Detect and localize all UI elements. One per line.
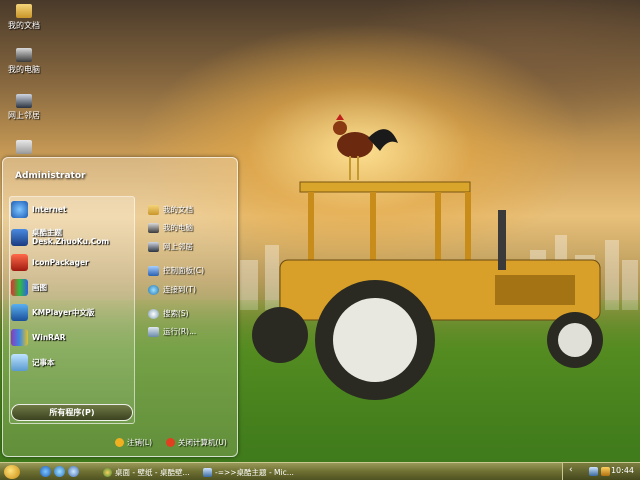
pinned-item-kmplayer[interactable]: KMPlayer中文版 <box>11 304 94 321</box>
logoff-label: 注销(L) <box>127 438 153 447</box>
run-icon <box>148 326 159 337</box>
pinned-item-label: IconPackager <box>32 258 89 267</box>
menu-item-network[interactable]: 网上邻居 <box>148 241 193 252</box>
menu-item-my-documents[interactable]: 我的文档 <box>148 204 193 215</box>
recycle-bin-icon <box>16 140 32 154</box>
desktop-icon-label: 我的电脑 <box>8 65 40 74</box>
notepad-icon <box>11 354 28 371</box>
menu-item-run[interactable]: 运行(R)... <box>148 326 196 337</box>
menu-item-label: 我的电脑 <box>163 223 193 232</box>
kmplayer-icon <box>11 304 28 321</box>
pinned-item-label: 记事本 <box>32 358 55 367</box>
desktop-icon-label: 我的文档 <box>8 21 40 30</box>
logoff-button[interactable]: 注销(L) <box>115 437 152 448</box>
menu-item-connect-to[interactable]: 连接到(T) <box>148 284 196 295</box>
taskbar: 桌面 - 壁纸 - 桌酷壁... -=>>桌酷主题 - Mic... ‹ 10:… <box>0 462 640 480</box>
documents-icon <box>148 204 159 215</box>
computer-icon <box>16 48 32 62</box>
start-button[interactable] <box>4 465 20 479</box>
iconpackager-icon <box>11 254 28 271</box>
pinned-item-zhuoku[interactable]: 桌酷主题 Desk.ZhuoKu.Com <box>11 228 109 246</box>
taskbar-button-label: -=>>桌酷主题 - Mic... <box>215 467 294 477</box>
shutdown-button[interactable]: 关闭计算机(U) <box>166 437 227 448</box>
network-icon <box>148 241 159 252</box>
pinned-item-label: 桌酷主题 <box>32 228 62 237</box>
network-icon <box>16 94 32 108</box>
tractor-illustration <box>252 114 603 400</box>
menu-item-label: 运行(R)... <box>163 327 197 336</box>
pinned-item-internet[interactable]: Internet <box>11 201 67 218</box>
rooster-illustration <box>333 114 398 180</box>
menu-item-label: 我的文档 <box>163 205 193 214</box>
desktop-icon-my-documents[interactable]: 我的文档 <box>3 4 45 31</box>
folder-icon <box>16 4 32 18</box>
menu-item-label: 连接到(T) <box>163 285 196 294</box>
taskbar-button-browser[interactable]: 桌面 - 壁纸 - 桌酷壁... <box>100 465 198 479</box>
window-icon <box>203 467 212 477</box>
computer-icon <box>148 222 159 233</box>
show-hidden-icons-icon[interactable]: ‹ <box>569 465 578 475</box>
zhuoku-icon <box>11 228 28 246</box>
paint-icon <box>11 279 28 296</box>
menu-item-my-computer[interactable]: 我的电脑 <box>148 222 193 233</box>
desktop-icon-my-computer[interactable]: 我的电脑 <box>3 48 45 75</box>
start-menu-username: Administrator <box>15 171 86 181</box>
menu-item-search[interactable]: 搜索(S) <box>148 308 189 319</box>
menu-item-label: 网上邻居 <box>163 242 193 251</box>
winrar-icon <box>11 329 28 346</box>
search-icon <box>148 308 159 319</box>
power-icon <box>166 438 175 447</box>
pinned-item-winrar[interactable]: WinRAR <box>11 329 66 346</box>
pinned-item-notepad[interactable]: 记事本 <box>11 354 55 371</box>
logoff-icon <box>115 438 124 447</box>
pinned-item-sublabel: Desk.ZhuoKu.Com <box>32 237 110 246</box>
taskbar-button-window[interactable]: -=>>桌酷主题 - Mic... <box>200 465 300 479</box>
taskbar-button-label: 桌面 - 壁纸 - 桌酷壁... <box>115 467 190 477</box>
quicklaunch-desktop-icon[interactable] <box>68 466 79 477</box>
shutdown-label: 关闭计算机(U) <box>178 438 227 447</box>
pinned-item-label: Internet <box>32 205 67 214</box>
pinned-item-label: WinRAR <box>32 333 66 342</box>
control-panel-icon <box>148 265 159 276</box>
internet-explorer-icon <box>11 201 28 218</box>
pinned-item-paint[interactable]: 画图 <box>11 279 47 296</box>
connect-icon <box>148 284 159 295</box>
pinned-item-iconpackager[interactable]: IconPackager <box>11 254 89 271</box>
desktop-icon-recycle-bin[interactable] <box>3 140 45 156</box>
browser-icon <box>103 467 112 477</box>
desktop-icon-network[interactable]: 网上邻居 <box>3 94 45 121</box>
clock[interactable]: 10:44 <box>611 466 634 475</box>
pinned-item-label: 画图 <box>32 283 47 292</box>
menu-item-label: 控制面板(C) <box>163 266 205 275</box>
menu-item-control-panel[interactable]: 控制面板(C) <box>148 265 204 276</box>
quicklaunch-browser-icon[interactable] <box>54 466 65 477</box>
start-menu: Administrator Internet 桌酷主题 Desk.ZhuoKu.… <box>2 157 238 457</box>
volume-tray-icon[interactable] <box>601 467 610 476</box>
desktop-icon-label: 网上邻居 <box>8 111 40 120</box>
menu-item-label: 搜索(S) <box>163 309 189 318</box>
system-tray: ‹ 10:44 <box>562 463 640 480</box>
pinned-item-label: KMPlayer中文版 <box>32 308 95 317</box>
quicklaunch-ie-icon[interactable] <box>40 466 51 477</box>
all-programs-button[interactable]: 所有程序(P) <box>11 404 133 421</box>
network-tray-icon[interactable] <box>589 467 598 476</box>
